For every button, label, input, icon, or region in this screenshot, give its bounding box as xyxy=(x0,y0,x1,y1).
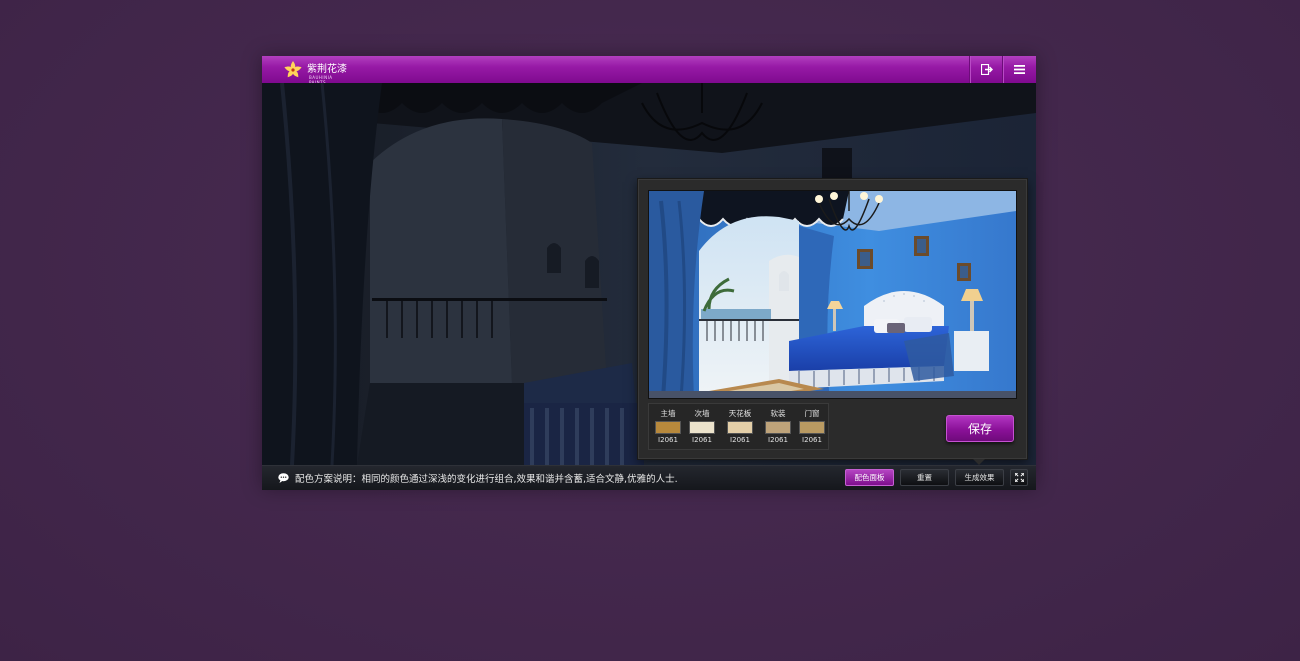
swatch-label: 次墙 xyxy=(694,409,710,418)
preview-room-illustration xyxy=(649,191,1016,398)
color-swatch-group: 主墙 I2061 次墙 I2061 天花板 I2061 软装 I2061 门窗 xyxy=(648,403,829,450)
room-preview-image xyxy=(648,190,1017,399)
swatch-code: I2061 xyxy=(658,436,678,444)
menu-button[interactable] xyxy=(1002,56,1036,83)
generate-effect-button[interactable]: 生成效果 xyxy=(955,469,1004,486)
swatch-doors-windows[interactable]: 门窗 I2061 xyxy=(798,408,826,444)
brand-name: 紫荆花漆 xyxy=(307,63,347,75)
menu-icon xyxy=(1014,65,1025,74)
color-scheme-panel: 主墙 I2061 次墙 I2061 天花板 I2061 软装 I2061 门窗 xyxy=(637,178,1028,465)
scheme-description: 配色方案说明： 相同的颜色通过深浅的变化进行组合,效果和谐并含蓄,适合文静,优雅… xyxy=(278,471,678,485)
swatch-chip[interactable] xyxy=(689,421,715,434)
save-button[interactable]: 保存 xyxy=(946,415,1014,442)
swatch-label: 主墙 xyxy=(660,409,676,418)
exit-icon xyxy=(980,64,993,75)
swatch-soft-furnishing[interactable]: 软装 I2061 xyxy=(764,408,792,444)
app-window: 紫荆花漆 BAUHINIA PAINTS xyxy=(262,56,1036,490)
description-label: 配色方案说明： xyxy=(295,474,362,485)
swatch-chip[interactable] xyxy=(765,421,791,434)
swatch-main-wall[interactable]: 主墙 I2061 xyxy=(654,408,682,444)
swatch-ceiling[interactable]: 天花板 I2061 xyxy=(726,408,754,444)
swatch-code: I2061 xyxy=(730,436,750,444)
fullscreen-button[interactable] xyxy=(1010,469,1028,486)
swatch-label: 天花板 xyxy=(728,409,752,418)
reset-button[interactable]: 重置 xyxy=(900,469,949,486)
fullscreen-icon xyxy=(1014,473,1024,482)
swatch-chip[interactable] xyxy=(727,421,753,434)
brand-logo[interactable]: 紫荆花漆 BAUHINIA PAINTS xyxy=(282,59,347,85)
swatch-chip[interactable] xyxy=(655,421,681,434)
exit-button[interactable] xyxy=(969,56,1003,83)
flower-icon xyxy=(284,60,302,77)
swatch-code: I2061 xyxy=(802,436,822,444)
bottom-bar: 配色方案说明： 相同的颜色通过深浅的变化进行组合,效果和谐并含蓄,适合文静,优雅… xyxy=(262,465,1036,490)
swatch-code: I2061 xyxy=(768,436,788,444)
color-palette-button[interactable]: 配色面板 xyxy=(845,469,894,486)
top-bar: 紫荆花漆 BAUHINIA PAINTS xyxy=(262,56,1036,85)
swatch-label: 门窗 xyxy=(804,409,820,418)
swatch-label: 软装 xyxy=(770,409,786,418)
swatch-chip[interactable] xyxy=(799,421,825,434)
swatch-secondary-wall[interactable]: 次墙 I2061 xyxy=(688,408,716,444)
speech-bubble-icon xyxy=(278,473,289,483)
description-text: 相同的颜色通过深浅的变化进行组合,效果和谐并含蓄,适合文静,优雅的人士. xyxy=(361,474,678,485)
swatch-code: I2061 xyxy=(692,436,712,444)
